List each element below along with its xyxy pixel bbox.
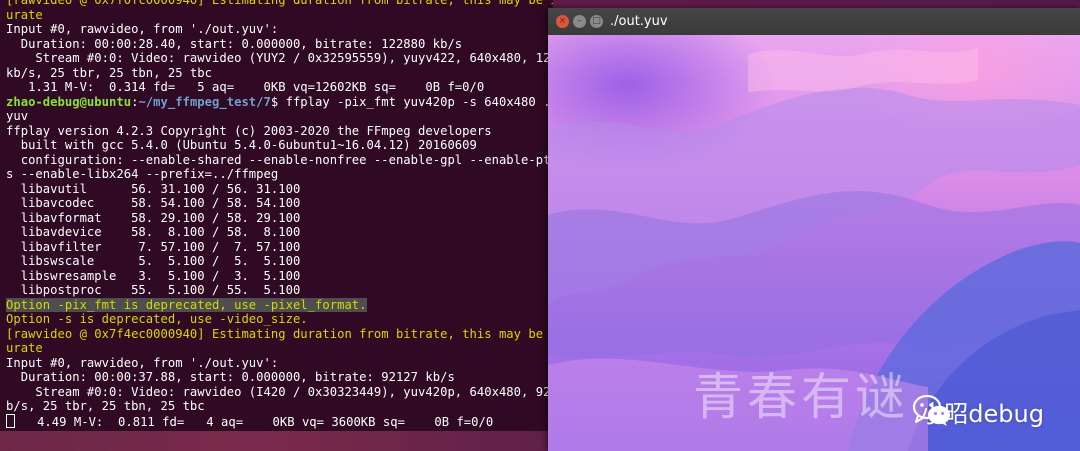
terminal-line-text: Input #0, rawvideo, from './out.yuv': (6, 22, 279, 36)
terminal-line: kb/s, 25 tbr, 25 tbn, 25 tbc (6, 66, 553, 81)
terminal-line: built with gcc 5.4.0 (Ubuntu 5.4.0-6ubun… (6, 138, 553, 153)
terminal-line: Stream #0:0: Video: rawvideo (YUY2 / 0x3… (6, 51, 553, 66)
terminal-line: b/s, 25 tbr, 25 tbn, 25 tbc (6, 399, 553, 414)
terminal-line-text: kb/s, 25 tbr, 25 tbn, 25 tbc (6, 65, 213, 80)
terminal-output: [rawvideo @ 0x7f0fc0000940] Estimating d… (6, 0, 553, 429)
terminal-line-text: libpostproc 55. 5.100 / 55. 5.100 (6, 283, 301, 297)
terminal-line-text: yuv (6, 109, 29, 123)
terminal-line-text: 1.31 M-V: 0.314 fd= 5 aq= 0KB vq=12602KB… (6, 80, 485, 94)
terminal-line: yuv (6, 109, 553, 124)
terminal-line-text: s --enable-libx264 --prefix=../ffmpeg (6, 167, 279, 181)
terminal-cursor (6, 413, 15, 428)
terminal-line-text: configuration: --enable-shared --enable-… (6, 152, 553, 167)
terminal-line-text: libavutil 56. 31.100 / 56. 31.100 (6, 181, 301, 196)
terminal-line: s --enable-libx264 --prefix=../ffmpeg (6, 167, 553, 182)
terminal-line-text: libavcodec 58. 54.100 / 58. 54.100 (6, 196, 301, 210)
terminal-line-text: libavfilter 7. 57.100 / 7. 57.100 (6, 239, 301, 254)
terminal-line-text: libswresample 3. 5.100 / 3. 5.100 (6, 268, 301, 283)
desktop-background (0, 431, 553, 451)
terminal-line: 1.31 M-V: 0.314 fd= 5 aq= 0KB vq=12602KB… (6, 80, 553, 95)
prompt-command: ffplay -pix_fmt yuv420p -s 640x480 ./out… (285, 94, 553, 109)
terminal-line: zhao-debug@ubuntu:~/my_ffmpeg_test/7$ ff… (6, 95, 553, 110)
terminal-window[interactable]: [rawvideo @ 0x7f0fc0000940] Estimating d… (0, 0, 553, 431)
terminal-line-text: libswscale 5. 5.100 / 5. 5.100 (6, 254, 301, 268)
terminal-line: urate (6, 341, 553, 356)
terminal-line: libavutil 56. 31.100 / 56. 31.100 (6, 182, 553, 197)
terminal-line: libswresample 3. 5.100 / 3. 5.100 (6, 269, 553, 284)
terminal-line-text: built with gcc 5.4.0 (Ubuntu 5.4.0-6ubun… (6, 138, 477, 152)
terminal-line: Input #0, rawvideo, from './out.yuv': (6, 22, 553, 37)
terminal-line-text: 4.49 M-V: 0.811 fd= 4 aq= 0KB vq= 3600KB… (15, 414, 494, 429)
terminal-line: urate (6, 8, 553, 23)
terminal-line: Stream #0:0: Video: rawvideo (I420 / 0x3… (6, 385, 553, 400)
terminal-line-text: Option -pix_fmt is deprecated, use -pixe… (6, 297, 367, 312)
terminal-line: libavfilter 7. 57.100 / 7. 57.100 (6, 240, 553, 255)
terminal-line-text: [rawvideo @ 0x7f4ec0000940] Estimating d… (6, 326, 553, 341)
terminal-line-text: Duration: 00:00:28.40, start: 0.000000, … (6, 36, 463, 51)
minimize-button[interactable]: – (573, 15, 586, 28)
terminal-line-text: ffplay version 4.2.3 Copyright (c) 2003-… (6, 123, 492, 138)
terminal-line-text: Stream #0:0: Video: rawvideo (I420 / 0x3… (6, 384, 553, 399)
terminal-line: [rawvideo @ 0x7f0fc0000940] Estimating d… (6, 0, 553, 8)
prompt-path: ~/my_ffmpeg_test/7 (138, 94, 271, 109)
terminal-line-text: Option -s is deprecated, use -video_size… (6, 312, 308, 326)
terminal-line: libavformat 58. 29.100 / 58. 29.100 (6, 211, 553, 226)
terminal-line-text: libavdevice 58. 8.100 / 58. 8.100 (6, 225, 301, 239)
terminal-line-text: Input #0, rawvideo, from './out.yuv': (6, 355, 279, 370)
terminal-line-text: Stream #0:0: Video: rawvideo (YUY2 / 0x3… (6, 51, 553, 65)
terminal-line: libavdevice 58. 8.100 / 58. 8.100 (6, 225, 553, 240)
terminal-line: libswscale 5. 5.100 / 5. 5.100 (6, 254, 553, 269)
close-button[interactable]: × (556, 15, 569, 28)
terminal-line-text: b/s, 25 tbr, 25 tbn, 25 tbc (6, 399, 205, 413)
ffplay-window[interactable]: × – □ ./out.yuv 青春有谜 小昭debug (548, 8, 1080, 451)
terminal-line-text: libavformat 58. 29.100 / 58. 29.100 (6, 210, 301, 225)
terminal-line-text: [rawvideo @ 0x7f0fc0000940] Estimating d… (6, 0, 553, 7)
terminal-line: ffplay version 4.2.3 Copyright (c) 2003-… (6, 124, 553, 139)
terminal-line: libavcodec 58. 54.100 / 58. 54.100 (6, 196, 553, 211)
terminal-line-text: Duration: 00:00:37.88, start: 0.000000, … (6, 370, 455, 384)
prompt-user: zhao-debug@ubuntu (6, 94, 132, 109)
terminal-line: Option -pix_fmt is deprecated, use -pixe… (6, 297, 553, 313)
maximize-button[interactable]: □ (590, 15, 603, 28)
terminal-line-text: urate (6, 7, 43, 22)
faint-watermark-text: 青春有谜 (693, 368, 909, 426)
terminal-line: Duration: 00:00:37.88, start: 0.000000, … (6, 370, 553, 385)
prompt-symbol: $ (270, 94, 286, 109)
terminal-line-text: urate (6, 341, 43, 355)
window-title: ./out.yuv (610, 14, 668, 29)
video-frame[interactable]: 青春有谜 小昭debug (548, 35, 1080, 451)
terminal-line: 4.49 M-V: 0.811 fd= 4 aq= 0KB vq= 3600KB… (6, 413, 553, 429)
terminal-line: [rawvideo @ 0x7f4ec0000940] Estimating d… (6, 327, 553, 342)
window-titlebar[interactable]: × – □ ./out.yuv (548, 8, 1080, 35)
terminal-line: Input #0, rawvideo, from './out.yuv': (6, 356, 553, 371)
watermark: 小昭debug (912, 394, 1044, 429)
terminal-line: Duration: 00:00:28.40, start: 0.000000, … (6, 37, 553, 52)
terminal-line: Option -s is deprecated, use -video_size… (6, 312, 553, 327)
terminal-line: configuration: --enable-shared --enable-… (6, 153, 553, 168)
terminal-line: libpostproc 55. 5.100 / 55. 5.100 (6, 283, 553, 298)
